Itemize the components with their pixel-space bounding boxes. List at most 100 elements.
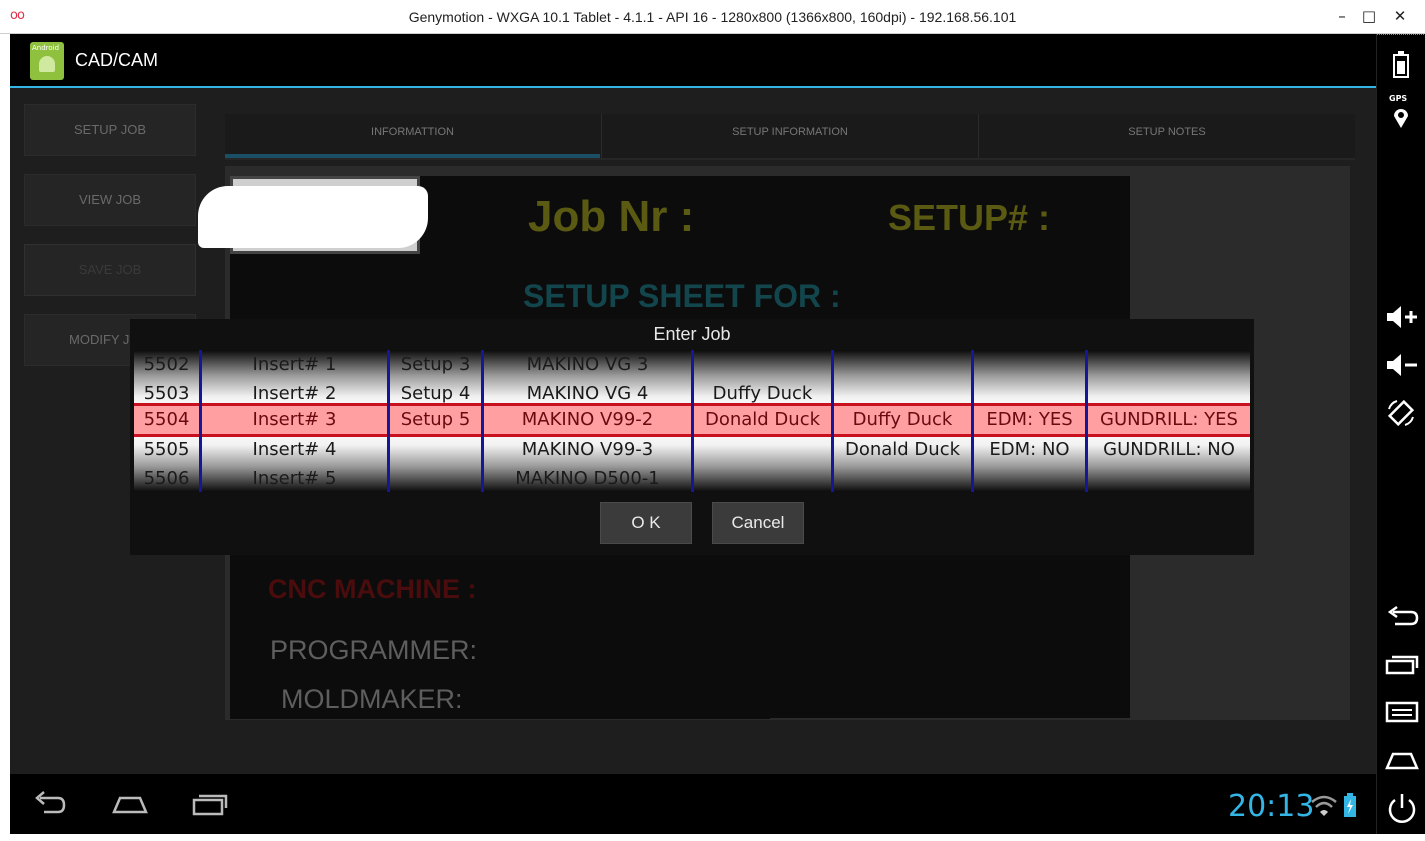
volume-up-icon[interactable]: [1385, 304, 1419, 330]
home-icon[interactable]: [110, 788, 150, 818]
picker-cell[interactable]: [1088, 464, 1250, 492]
app-icon-label: Android: [32, 44, 60, 52]
minimize-button[interactable]: –: [1328, 4, 1356, 28]
picker-cell[interactable]: [834, 350, 971, 379]
picker-cell[interactable]: 5503: [134, 379, 199, 408]
moldmaker-label: MOLDMAKER:: [281, 684, 463, 714]
picker-cell[interactable]: 5502: [134, 350, 199, 379]
window-title: Genymotion - WXGA 10.1 Tablet - 4.1.1 - …: [408, 9, 1017, 25]
device-screen: Android CAD/CAM SETUP JOB VIEW JOB SAVE …: [10, 34, 1376, 834]
gps-icon[interactable]: [1391, 106, 1411, 130]
picker-cell[interactable]: [694, 435, 831, 464]
job-number-label: Job Nr :: [528, 192, 695, 241]
picker-cell[interactable]: Insert# 1: [202, 350, 387, 379]
panel-grip: [1377, 34, 1425, 38]
picker-column-programmer[interactable]: Duffy Duck Donald Duck: [694, 350, 834, 492]
picker-cell[interactable]: MAKINO VG 3: [484, 350, 691, 379]
picker-column-edm[interactable]: EDM: YES EDM: NO: [974, 350, 1088, 492]
picker-cell[interactable]: GUNDRILL: NO: [1088, 435, 1250, 464]
close-button[interactable]: ✕: [1386, 4, 1414, 28]
picker-column-job[interactable]: 5502 5503 5504 5505 5506: [134, 350, 202, 492]
picker-cell[interactable]: [974, 350, 1085, 379]
back-icon[interactable]: [1385, 604, 1419, 628]
picker-cell[interactable]: Setup 3: [390, 350, 481, 379]
cnc-machine-label: CNC MACHINE :: [268, 574, 477, 604]
picker-cell[interactable]: 5504: [134, 405, 199, 434]
setup-job-button[interactable]: SETUP JOB: [24, 104, 196, 156]
window-left-border: [0, 34, 10, 841]
picker-cell[interactable]: [390, 464, 481, 492]
picker-cell[interactable]: MAKINO V99-3: [484, 435, 691, 464]
app-title: CAD/CAM: [75, 50, 159, 70]
emulator-control-panel: GPS: [1376, 34, 1425, 834]
picker-cell[interactable]: Insert# 3: [202, 405, 387, 434]
save-job-button[interactable]: SAVE JOB: [24, 244, 196, 296]
picker-cell[interactable]: [390, 435, 481, 464]
tab-setup-notes[interactable]: SETUP NOTES: [979, 114, 1355, 160]
picker-column-insert[interactable]: Insert# 1 Insert# 2 Insert# 3 Insert# 4 Inse…: [202, 350, 390, 492]
dialog-title: Enter Job: [653, 324, 731, 344]
picker-cell[interactable]: [834, 464, 971, 492]
picker-cell[interactable]: 5505: [134, 435, 199, 464]
emulator-title-bar: oo Genymotion - WXGA 10.1 Tablet - 4.1.1…: [0, 0, 1425, 34]
picker-cell[interactable]: [694, 350, 831, 379]
picker-cell[interactable]: EDM: NO: [974, 435, 1085, 464]
job-picker[interactable]: 5502 5503 5504 5505 5506 Insert# 1 Insert# 2 In…: [134, 350, 1250, 492]
home-icon[interactable]: [1385, 748, 1419, 772]
picker-cell[interactable]: [974, 379, 1085, 408]
picker-cell[interactable]: Insert# 2: [202, 379, 387, 408]
picker-column-moldmaker[interactable]: Duffy Duck Donald Duck: [834, 350, 974, 492]
picker-column-setup[interactable]: Setup 3 Setup 4 Setup 5: [390, 350, 484, 492]
picker-cell[interactable]: Insert# 5: [202, 464, 387, 492]
back-icon[interactable]: [32, 788, 68, 818]
system-navigation-bar: 20:13: [10, 774, 1376, 834]
picker-cell[interactable]: Donald Duck: [694, 405, 831, 434]
picker-cell[interactable]: MAKINO V99-2: [484, 405, 691, 434]
recent-apps-icon[interactable]: [190, 788, 230, 818]
picker-column-gundrill[interactable]: GUNDRILL: YES GUNDRILL: NO: [1088, 350, 1250, 492]
recent-apps-icon[interactable]: [1385, 652, 1419, 676]
picker-cell[interactable]: GUNDRILL: YES: [1088, 405, 1250, 434]
menu-icon[interactable]: [1385, 700, 1419, 724]
power-icon[interactable]: [1386, 792, 1418, 826]
picker-cell[interactable]: [694, 464, 831, 492]
picker-cell[interactable]: [1088, 350, 1250, 379]
view-job-button[interactable]: VIEW JOB: [24, 174, 196, 226]
wifi-icon: [1311, 795, 1337, 816]
picker-cell[interactable]: Setup 4: [390, 379, 481, 408]
cancel-button[interactable]: Cancel: [712, 502, 804, 544]
status-clock: 20:13: [1228, 789, 1315, 824]
redaction-mark: [198, 186, 428, 248]
battery-icon[interactable]: [1393, 50, 1409, 78]
picker-cell[interactable]: [1088, 379, 1250, 408]
picker-cell[interactable]: MAKINO VG 4: [484, 379, 691, 408]
setup-number-label: SETUP# :: [888, 197, 1051, 238]
picker-cell[interactable]: 5506: [134, 464, 199, 492]
picker-cell[interactable]: [974, 464, 1085, 492]
picker-cell[interactable]: [834, 379, 971, 408]
tab-underline: [225, 158, 1355, 160]
ok-button[interactable]: O K: [600, 502, 692, 544]
picker-cell[interactable]: EDM: YES: [974, 405, 1085, 434]
tab-setup-information[interactable]: SETUP INFORMATION: [602, 114, 978, 160]
picker-cell[interactable]: Duffy Duck: [834, 405, 971, 434]
picker-column-machine[interactable]: MAKINO VG 3 MAKINO VG 4 MAKINO V99-2 MAKINO…: [484, 350, 694, 492]
picker-cell[interactable]: Donald Duck: [834, 435, 971, 464]
app-icon[interactable]: Android: [30, 42, 64, 80]
tab-bar: INFORMATTION SETUP INFORMATION SETUP NOT…: [225, 114, 1355, 160]
rotate-icon[interactable]: [1386, 398, 1416, 428]
picker-cell[interactable]: Setup 5: [390, 405, 481, 434]
picker-cell[interactable]: MAKINO D500-1: [484, 464, 691, 492]
action-bar: Android CAD/CAM: [10, 34, 1376, 88]
window-bottom-border: [0, 834, 1425, 841]
android-icon: [39, 56, 55, 72]
enter-job-dialog: Enter Job 5502 5503 5504 5505 5506 Insert# 1I…: [130, 319, 1254, 555]
programmer-label: PROGRAMMER:: [270, 635, 478, 665]
picker-cell[interactable]: Duffy Duck: [694, 379, 831, 408]
battery-charging-icon: [1344, 793, 1356, 817]
volume-down-icon[interactable]: [1385, 352, 1419, 378]
setup-sheet-for-label: SETUP SHEET FOR :: [523, 278, 841, 314]
gps-label: GPS: [1389, 94, 1408, 103]
maximize-button[interactable]: □: [1355, 4, 1383, 28]
picker-cell[interactable]: Insert# 4: [202, 435, 387, 464]
